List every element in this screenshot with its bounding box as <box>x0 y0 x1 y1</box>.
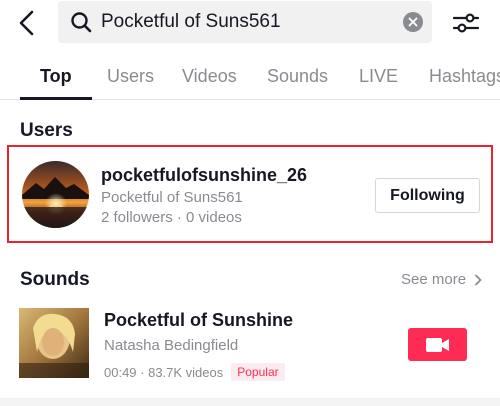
search-icon <box>71 12 92 33</box>
see-more-link[interactable]: See more <box>401 271 485 288</box>
search-tabs: Top Users Videos Sounds LIVE Hashtags <box>0 58 500 100</box>
clear-search-button[interactable] <box>403 12 423 32</box>
tab-users[interactable]: Users <box>107 58 154 100</box>
sound-title: Pocketful of Sunshine <box>104 310 294 330</box>
section-divider <box>0 398 500 406</box>
sound-artist: Natasha Bedingfield <box>104 337 239 354</box>
tab-sounds[interactable]: Sounds <box>267 58 328 100</box>
filter-sliders-icon <box>452 13 480 33</box>
sound-duration-and-count: 00:49 · 83.7K videos <box>104 364 224 380</box>
sounds-section-title: Sounds <box>20 269 90 290</box>
tab-videos[interactable]: Videos <box>182 58 237 100</box>
sound-stats: 00:49 · 83.7K videos Popular <box>104 363 285 381</box>
filter-button[interactable] <box>450 8 482 38</box>
username: pocketfulofsunshine_26 <box>101 165 308 185</box>
video-camera-icon <box>425 337 449 352</box>
tab-top[interactable]: Top <box>40 58 72 100</box>
display-name: Pocketful of Suns561 <box>101 189 243 206</box>
avatar <box>22 161 89 228</box>
active-tab-indicator <box>20 97 92 100</box>
use-sound-button[interactable] <box>408 328 467 361</box>
chevron-left-icon <box>19 10 34 36</box>
tab-hashtags[interactable]: Hashtags <box>429 58 500 100</box>
sound-result-row[interactable]: Pocketful of Sunshine Natasha Bedingfiel… <box>0 300 500 390</box>
following-button[interactable]: Following <box>375 178 480 213</box>
tab-live[interactable]: LIVE <box>359 58 398 100</box>
user-stats: 2 followers · 0 videos <box>101 209 242 226</box>
album-art <box>19 308 89 378</box>
back-button[interactable] <box>12 8 42 38</box>
users-section-title: Users <box>20 120 73 141</box>
see-more-label: See more <box>401 271 467 288</box>
search-header <box>0 0 500 46</box>
popular-badge: Popular <box>231 363 285 381</box>
clear-icon <box>408 17 418 27</box>
search-input[interactable] <box>101 1 381 43</box>
search-box[interactable] <box>58 1 432 43</box>
user-result-card[interactable]: pocketfulofsunshine_26 Pocketful of Suns… <box>7 145 493 243</box>
chevron-right-icon <box>475 274 482 285</box>
